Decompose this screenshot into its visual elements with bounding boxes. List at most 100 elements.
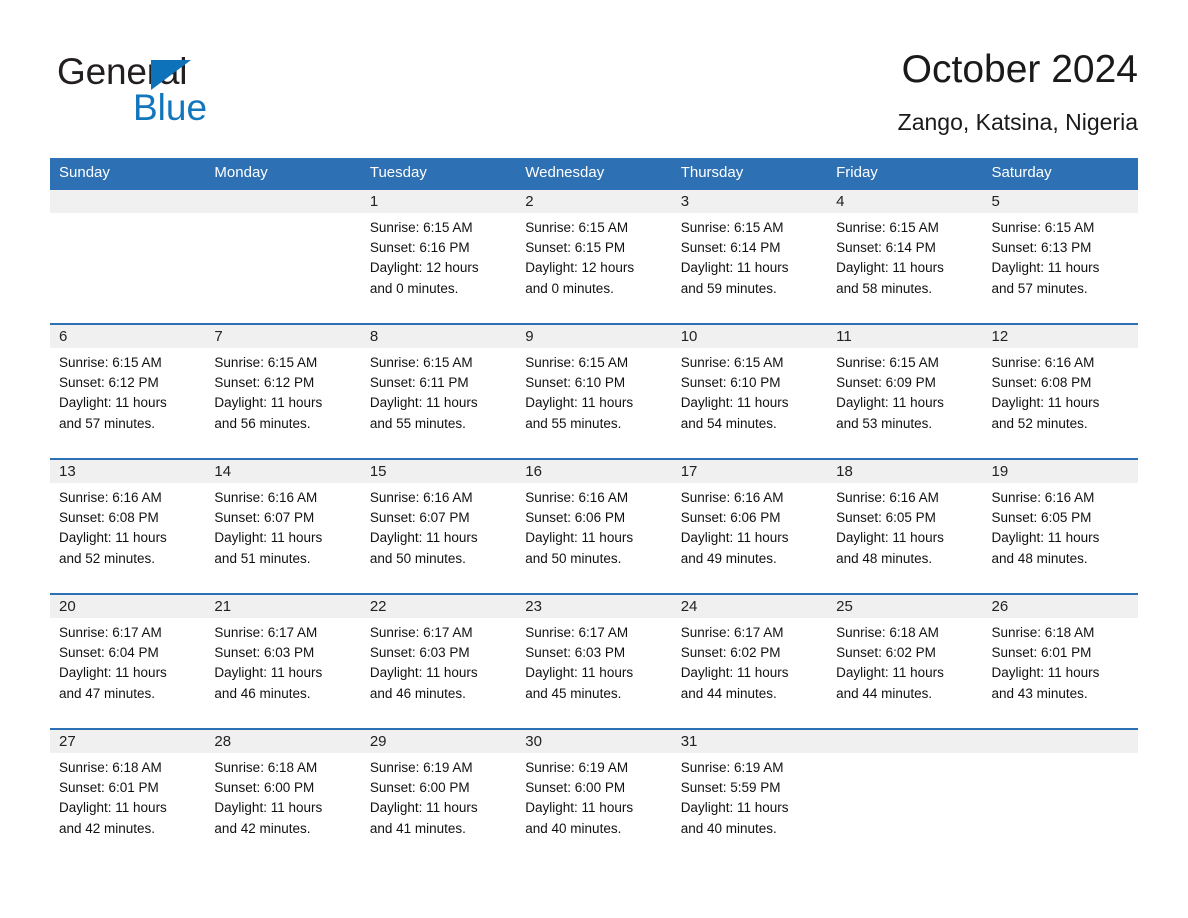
calendar-page: General Blue October 2024 Zango, Katsina… bbox=[0, 0, 1188, 918]
calendar-day-cell[interactable]: 29 Sunrise: 6:19 AM Sunset: 6:00 PM Dayl… bbox=[361, 730, 516, 863]
sunset-text: Sunset: 6:01 PM bbox=[991, 645, 1092, 661]
daylight-text-line2: and 44 minutes. bbox=[836, 685, 933, 701]
calendar-day-cell[interactable] bbox=[205, 190, 360, 323]
day-number: 20 bbox=[59, 598, 76, 615]
day-number: 1 bbox=[369, 193, 379, 210]
sunrise-text: Sunrise: 6:15 AM bbox=[369, 355, 473, 370]
daylight-text-line2: and 0 minutes. bbox=[525, 280, 614, 296]
sunrise-text: Sunrise: 6:15 AM bbox=[680, 220, 784, 235]
sunset-text: Sunset: 6:03 PM bbox=[214, 645, 315, 661]
sunrise-text: Sunrise: 6:16 AM bbox=[525, 490, 629, 505]
sunset-text: Sunset: 6:14 PM bbox=[836, 240, 936, 256]
daylight-text-line1: Daylight: 11 hours bbox=[836, 260, 944, 276]
sunrise-text: Sunrise: 6:18 AM bbox=[214, 760, 318, 775]
calendar-day-cell[interactable]: 18 Sunrise: 6:16 AM Sunset: 6:05 PM Dayl… bbox=[827, 460, 982, 593]
day-number: 10 bbox=[680, 328, 698, 345]
calendar-day-cell[interactable]: 26 Sunrise: 6:18 AM Sunset: 6:01 PM Dayl… bbox=[983, 595, 1138, 728]
calendar-day-cell[interactable]: 4 Sunrise: 6:15 AM Sunset: 6:14 PM Dayli… bbox=[827, 190, 982, 323]
calendar-day-cell[interactable]: 3 Sunrise: 6:15 AM Sunset: 6:14 PM Dayli… bbox=[672, 190, 827, 323]
calendar-day-cell[interactable] bbox=[50, 190, 205, 323]
sunrise-text: Sunrise: 6:19 AM bbox=[369, 760, 473, 775]
generalblue-logo[interactable]: General Blue bbox=[57, 52, 317, 130]
daylight-text-line2: and 48 minutes. bbox=[991, 550, 1088, 566]
daylight-text-line2: and 44 minutes. bbox=[680, 685, 777, 701]
sunrise-text: Sunrise: 6:19 AM bbox=[680, 760, 784, 775]
calendar-day-cell[interactable]: 11 Sunrise: 6:15 AM Sunset: 6:09 PM Dayl… bbox=[827, 325, 982, 458]
calendar-day-cell[interactable]: 5 Sunrise: 6:15 AM Sunset: 6:13 PM Dayli… bbox=[983, 190, 1138, 323]
day-number: 15 bbox=[369, 463, 387, 480]
calendar-day-cell[interactable]: 21 Sunrise: 6:17 AM Sunset: 6:03 PM Dayl… bbox=[205, 595, 360, 728]
calendar-day-cell[interactable]: 15 Sunrise: 6:16 AM Sunset: 6:07 PM Dayl… bbox=[361, 460, 516, 593]
sunrise-text: Sunrise: 6:15 AM bbox=[836, 220, 939, 235]
calendar-day-cell[interactable]: 27 Sunrise: 6:18 AM Sunset: 6:01 PM Dayl… bbox=[50, 730, 205, 863]
day-number: 14 bbox=[214, 463, 232, 480]
sunset-text: Sunset: 6:15 PM bbox=[525, 240, 626, 256]
daylight-text-line2: and 59 minutes. bbox=[680, 280, 777, 296]
sunrise-text: Sunrise: 6:16 AM bbox=[369, 490, 473, 505]
daylight-text-line1: Daylight: 11 hours bbox=[836, 530, 944, 546]
sunset-text: Sunset: 6:12 PM bbox=[59, 375, 159, 391]
daylight-text-line1: Daylight: 11 hours bbox=[836, 395, 944, 411]
sunrise-text: Sunrise: 6:16 AM bbox=[991, 490, 1095, 505]
daylight-text-line2: and 55 minutes. bbox=[525, 415, 622, 431]
day-number: 28 bbox=[214, 733, 232, 750]
day-number: 4 bbox=[836, 193, 845, 210]
calendar-day-cell[interactable]: 31 Sunrise: 6:19 AM Sunset: 5:59 PM Dayl… bbox=[672, 730, 827, 863]
sunrise-text: Sunrise: 6:17 AM bbox=[214, 625, 318, 640]
calendar-day-cell[interactable]: 13 Sunrise: 6:16 AM Sunset: 6:08 PM Dayl… bbox=[50, 460, 205, 593]
day-number: 25 bbox=[836, 598, 853, 615]
daylight-text-line1: Daylight: 11 hours bbox=[369, 530, 478, 546]
daylight-text-line2: and 41 minutes. bbox=[369, 820, 466, 836]
calendar-day-cell[interactable]: 7 Sunrise: 6:15 AM Sunset: 6:12 PM Dayli… bbox=[205, 325, 360, 458]
sunset-text: Sunset: 6:01 PM bbox=[59, 780, 159, 796]
calendar-day-cell[interactable]: 17 Sunrise: 6:16 AM Sunset: 6:06 PM Dayl… bbox=[672, 460, 827, 593]
sunrise-text: Sunrise: 6:17 AM bbox=[680, 625, 784, 640]
daylight-text-line2: and 45 minutes. bbox=[525, 685, 622, 701]
sunset-text: Sunset: 6:08 PM bbox=[991, 375, 1092, 391]
sunset-text: Sunset: 6:07 PM bbox=[214, 510, 315, 526]
calendar-day-cell[interactable]: 23 Sunrise: 6:17 AM Sunset: 6:03 PM Dayl… bbox=[516, 595, 671, 728]
calendar-day-cell[interactable]: 19 Sunrise: 6:16 AM Sunset: 6:05 PM Dayl… bbox=[983, 460, 1138, 593]
day-number: 24 bbox=[680, 598, 698, 615]
calendar-day-cell[interactable]: 10 Sunrise: 6:15 AM Sunset: 6:10 PM Dayl… bbox=[672, 325, 827, 458]
sunset-text: Sunset: 6:02 PM bbox=[836, 645, 936, 661]
day-number: 30 bbox=[525, 733, 542, 750]
calendar-week-row: 1 Sunrise: 6:15 AM Sunset: 6:16 PM Dayli… bbox=[50, 188, 1138, 323]
day-number: 5 bbox=[991, 193, 1000, 210]
calendar-day-cell[interactable]: 25 Sunrise: 6:18 AM Sunset: 6:02 PM Dayl… bbox=[827, 595, 982, 728]
daylight-text-line2: and 57 minutes. bbox=[991, 280, 1088, 296]
sunset-text: Sunset: 6:05 PM bbox=[991, 510, 1092, 526]
calendar-day-cell[interactable]: 12 Sunrise: 6:16 AM Sunset: 6:08 PM Dayl… bbox=[983, 325, 1138, 458]
calendar-day-cell[interactable]: 22 Sunrise: 6:17 AM Sunset: 6:03 PM Dayl… bbox=[361, 595, 516, 728]
calendar-day-cell[interactable]: 1 Sunrise: 6:15 AM Sunset: 6:16 PM Dayli… bbox=[361, 190, 516, 323]
calendar-day-cell[interactable]: 6 Sunrise: 6:15 AM Sunset: 6:12 PM Dayli… bbox=[50, 325, 205, 458]
day-number: 7 bbox=[214, 328, 223, 345]
sunrise-text: Sunrise: 6:15 AM bbox=[991, 220, 1095, 235]
calendar-day-cell[interactable]: 9 Sunrise: 6:15 AM Sunset: 6:10 PM Dayli… bbox=[516, 325, 671, 458]
calendar-day-cell[interactable]: 28 Sunrise: 6:18 AM Sunset: 6:00 PM Dayl… bbox=[205, 730, 360, 863]
sunrise-text: Sunrise: 6:17 AM bbox=[369, 625, 473, 640]
weekday-header-saturday: Saturday bbox=[991, 164, 1052, 181]
sunrise-text: Sunrise: 6:16 AM bbox=[836, 490, 939, 505]
calendar-day-cell[interactable]: 16 Sunrise: 6:16 AM Sunset: 6:06 PM Dayl… bbox=[516, 460, 671, 593]
daylight-text-line1: Daylight: 11 hours bbox=[59, 530, 167, 546]
day-number: 26 bbox=[991, 598, 1009, 615]
daylight-text-line1: Daylight: 11 hours bbox=[214, 665, 323, 681]
calendar-day-cell[interactable]: 8 Sunrise: 6:15 AM Sunset: 6:11 PM Dayli… bbox=[361, 325, 516, 458]
daylight-text-line1: Daylight: 11 hours bbox=[525, 530, 634, 546]
day-number: 31 bbox=[680, 733, 698, 750]
calendar-day-cell[interactable]: 20 Sunrise: 6:17 AM Sunset: 6:04 PM Dayl… bbox=[50, 595, 205, 728]
calendar-day-cell[interactable]: 14 Sunrise: 6:16 AM Sunset: 6:07 PM Dayl… bbox=[205, 460, 360, 593]
calendar-day-cell[interactable]: 30 Sunrise: 6:19 AM Sunset: 6:00 PM Dayl… bbox=[516, 730, 671, 863]
triangle-icon bbox=[151, 60, 191, 90]
sunrise-text: Sunrise: 6:15 AM bbox=[369, 220, 473, 235]
sunset-text: Sunset: 6:11 PM bbox=[369, 375, 469, 391]
calendar-day-cell[interactable] bbox=[827, 730, 982, 863]
sunset-text: Sunset: 6:03 PM bbox=[525, 645, 626, 661]
calendar-table: Sunday Monday Tuesday Wednesday Thursday… bbox=[50, 158, 1138, 863]
day-number: 23 bbox=[525, 598, 542, 615]
calendar-day-cell[interactable]: 24 Sunrise: 6:17 AM Sunset: 6:02 PM Dayl… bbox=[672, 595, 827, 728]
calendar-day-cell[interactable]: 2 Sunrise: 6:15 AM Sunset: 6:15 PM Dayli… bbox=[516, 190, 671, 323]
day-number: 27 bbox=[59, 733, 76, 750]
calendar-day-cell[interactable] bbox=[983, 730, 1138, 863]
